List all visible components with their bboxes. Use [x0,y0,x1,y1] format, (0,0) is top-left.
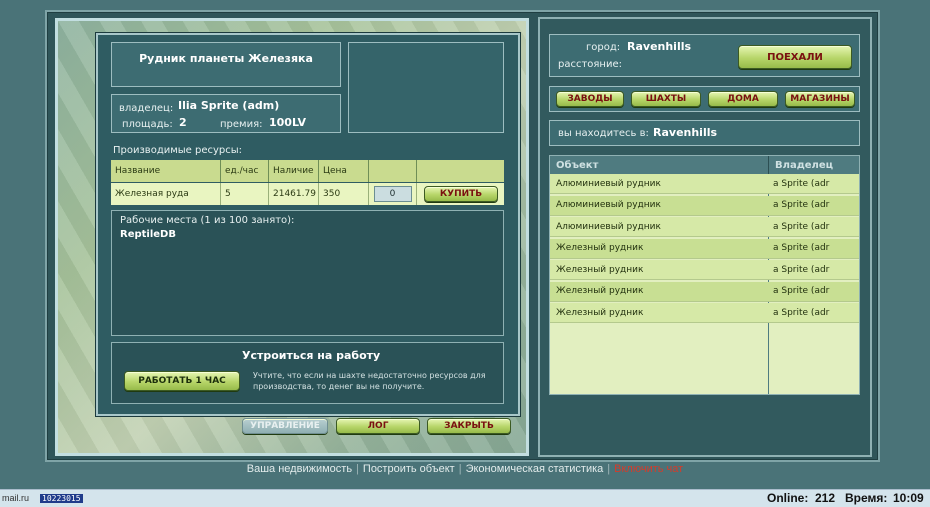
object-header: Объект [550,156,768,174]
job-note: Учтите, что если на шахте недостаточно р… [253,371,486,391]
footer-link-economy[interactable]: Экономическая статистика [466,463,604,475]
object-owner: a Sprite (adr [773,200,830,210]
col-perhour-header: ед./час [221,160,269,182]
col-qty-header [369,160,417,182]
object-row[interactable]: Алюминиевый рудник a Sprite (adr [550,217,859,237]
area-value: 2 [179,116,187,129]
object-row[interactable]: Железный рудник a Sprite (adr [550,303,859,323]
owner-label: владелец: [119,103,174,114]
category-bar: ЗАВОДЫ ШАХТЫ ДОМА МАГАЗИНЫ [549,86,860,112]
go-button[interactable]: ПОЕХАЛИ [738,45,852,69]
footer-links: Ваша недвижимость | Построить объект | Эконо… [246,463,684,475]
buy-quantity-input[interactable] [373,186,412,202]
owner-header: Владелец [768,156,859,174]
category-houses-button[interactable]: ДОМА [708,91,778,107]
status-bar: mail.ru 10223015 Online: 212 Время: 10:0… [0,489,930,507]
object-owner: a Sprite (adr [773,243,830,253]
mine-image-box [348,42,504,133]
distance-label: расстояние: [558,59,622,70]
resources-caption: Производимые ресурсы: [113,145,243,156]
city-label: город: [586,42,621,53]
object-name: Железный рудник [556,264,644,275]
footer-link-property[interactable]: Ваша недвижимость [247,463,352,475]
object-name: Алюминиевый рудник [556,221,661,232]
job-box: Устроиться на работу РАБОТАТЬ 1 ЧАС Учти… [111,342,504,404]
resource-stock: 21461.79 [269,183,319,205]
category-shops-button[interactable]: МАГАЗИНЫ [785,91,855,107]
visit-counter: 10223015 [40,494,83,503]
object-owner: a Sprite (adr [773,307,830,318]
object-row[interactable]: Алюминиевый рудник a Sprite (adr [550,174,859,194]
resource-name: Железная руда [111,183,221,205]
location-box: вы находитесь в: Ravenhills [549,120,860,146]
online-label: Online: [767,491,809,505]
col-stock-header: Наличие [269,160,319,182]
object-name: Алюминиевый рудник [556,178,661,189]
buy-button[interactable]: КУПИТЬ [424,186,498,202]
footer-link-build[interactable]: Построить объект [363,463,455,475]
object-owner: a Sprite (adr [773,221,830,232]
category-factories-button[interactable]: ЗАВОДЫ [556,91,624,107]
object-owner: a Sprite (adr [773,286,830,296]
object-row[interactable]: Железный рудник a Sprite (adr [550,281,859,302]
object-owner: a Sprite (adr [773,264,830,275]
city-name: Ravenhills [627,40,692,53]
object-name: Железный рудник [556,243,644,253]
mine-panel: Рудник планеты Железяка владелец: Ilia S… [96,33,520,416]
col-name-header: Название [111,160,221,182]
worker-name: ReptileDB [120,229,176,240]
mine-title: Рудник планеты Железяка [139,52,313,65]
time-label: Время: [845,491,888,505]
job-title: Устроиться на работу [242,349,381,362]
workplaces-caption: Рабочие места (1 из 100 занято): [120,215,295,226]
owner-box: владелец: Ilia Sprite (adm) площадь: 2 п… [111,94,341,133]
category-mines-button[interactable]: ШАХТЫ [631,91,701,107]
bonus-value: 100LV [269,116,306,129]
area-label: площадь: [122,119,173,130]
qty-cell [369,183,417,205]
col-action-header [417,160,504,182]
close-button[interactable]: ЗАКРЫТЬ [427,418,511,434]
log-button[interactable]: ЛОГ [336,418,420,434]
object-row[interactable]: Железный рудник a Sprite (adr [550,238,859,259]
location-city: Ravenhills [653,126,718,139]
object-row[interactable]: Алюминиевый рудник a Sprite (adr [550,195,859,216]
object-name: Алюминиевый рудник [556,200,661,210]
object-name: Железный рудник [556,307,644,318]
time-value: 10:09 [893,491,924,505]
resource-perhour: 5 [221,183,269,205]
travel-box: город: Ravenhills расстояние: ПОЕХАЛИ [549,34,860,77]
object-row[interactable]: Железный рудник a Sprite (adr [550,260,859,280]
object-name: Железный рудник [556,286,644,296]
col-price-header: Цена [319,160,369,182]
mine-title-box: Рудник планеты Железяка [111,42,341,87]
work-one-hour-button[interactable]: РАБОТАТЬ 1 ЧАС [124,371,240,391]
owner-name: Ilia Sprite (adm) [178,99,280,112]
workplaces-box: Рабочие места (1 из 100 занято): Reptile… [111,210,504,336]
object-owner: a Sprite (adr [773,178,830,189]
location-label: вы находитесь в: [558,128,649,139]
online-count: 212 [815,491,836,505]
site-logo: mail.ru [2,493,30,503]
navigation-panel: город: Ravenhills расстояние: ПОЕХАЛИ ЗА… [538,17,872,457]
object-list: Объект Владелец Алюминиевый рудник a Spri… [549,155,860,395]
bonus-label: премия: [220,119,263,130]
manage-button[interactable]: УПРАВЛЕНИЕ [242,418,328,434]
resource-price: 350 [319,183,369,205]
footer-link-chat[interactable]: Включить чат [614,463,683,475]
